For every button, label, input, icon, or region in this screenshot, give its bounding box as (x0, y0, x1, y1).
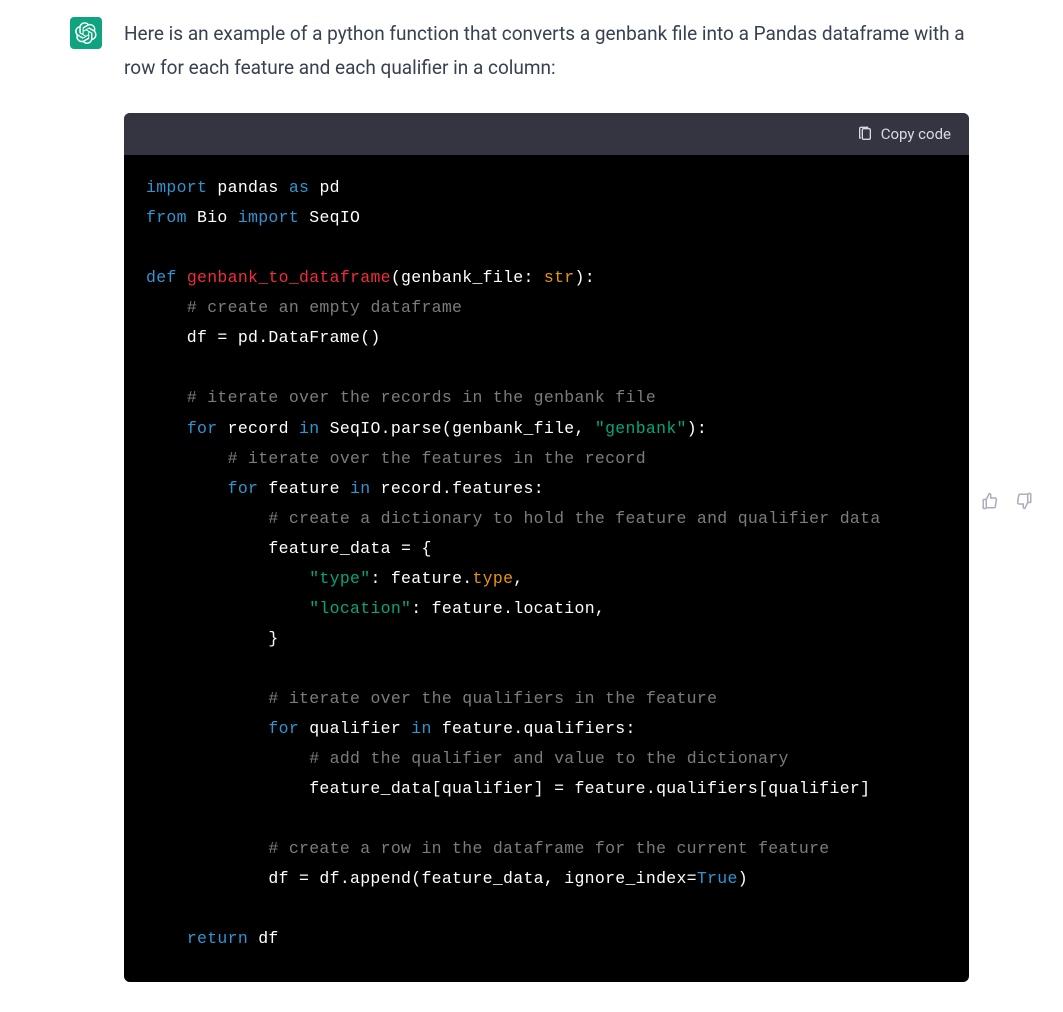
assistant-avatar (70, 17, 102, 49)
thumbs-down-icon (1015, 492, 1033, 510)
thumbs-up-icon (981, 492, 999, 510)
openai-icon (75, 22, 97, 44)
thumbs-up-button[interactable] (981, 23, 999, 982)
copy-code-label: Copy code (881, 125, 951, 143)
code-content: import pandas as pd from Bio import SeqI… (124, 155, 969, 981)
feedback-actions (981, 17, 1033, 982)
code-block: Copy code import pandas as pd from Bio i… (124, 113, 969, 981)
assistant-message: Here is an example of a python function … (0, 0, 1063, 1012)
message-text: Here is an example of a python function … (124, 17, 969, 85)
thumbs-down-button[interactable] (1015, 23, 1033, 982)
copy-code-button[interactable]: Copy code (857, 125, 951, 143)
clipboard-icon (857, 126, 873, 142)
code-block-header: Copy code (124, 113, 969, 155)
